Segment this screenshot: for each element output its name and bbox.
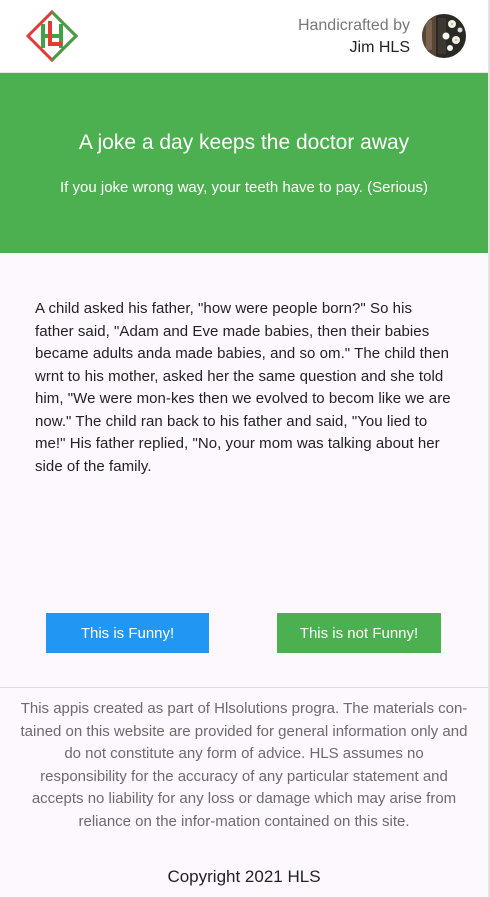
page: Handicrafted by Jim HLS A joke a day kee… xyxy=(0,0,490,897)
header: Handicrafted by Jim HLS xyxy=(0,0,488,73)
joke-text: A child asked his father, "how were peop… xyxy=(35,300,451,475)
funny-button[interactable]: This is Funny! xyxy=(46,613,209,653)
hero-banner: A joke a day keeps the doctor away If yo… xyxy=(0,73,488,253)
copyright: Copyright 2021 HLS xyxy=(167,867,321,886)
hero-subtitle: If you joke wrong way, your teeth have t… xyxy=(60,179,428,196)
credit-label: Handicrafted by xyxy=(297,17,410,34)
footer-disclaimer: This appis created as part of Hlsolution… xyxy=(20,700,468,830)
author-name: Jim HLS xyxy=(349,39,410,56)
not-funny-button[interactable]: This is not Funny! xyxy=(277,613,441,653)
footer-divider xyxy=(0,687,488,688)
hero-title: A joke a day keeps the doctor away xyxy=(78,131,410,154)
avatar-icon[interactable] xyxy=(422,14,466,58)
hl-logo-icon[interactable] xyxy=(24,8,80,64)
credit: Handicrafted by Jim HLS xyxy=(298,15,410,59)
